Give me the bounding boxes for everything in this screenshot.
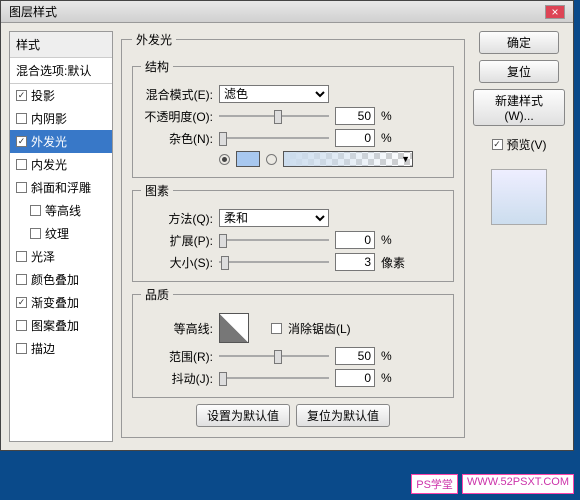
sidebar-item-3[interactable]: 内发光 xyxy=(10,153,112,176)
spread-unit: % xyxy=(381,233,392,247)
range-label: 范围(R): xyxy=(141,348,213,365)
quality-group: 品质 等高线: 消除锯齿(L) 范围(R): % xyxy=(132,286,454,398)
titlebar: 图层样式 × xyxy=(1,1,573,23)
reset-default-button[interactable]: 复位为默认值 xyxy=(296,404,390,427)
dialog-window: 图层样式 × 样式 混合选项:默认 投影内阴影外发光内发光斜面和浮雕等高线纹理光… xyxy=(0,0,574,451)
size-input[interactable] xyxy=(335,253,375,271)
jitter-unit: % xyxy=(381,371,392,385)
window-title: 图层样式 xyxy=(9,3,57,20)
sidebar-header: 样式 xyxy=(10,32,112,58)
sidebar-checkbox[interactable] xyxy=(16,274,27,285)
sidebar-item-9[interactable]: 渐变叠加 xyxy=(10,291,112,314)
noise-unit: % xyxy=(381,131,392,145)
method-label: 方法(Q): xyxy=(141,210,213,227)
sidebar-item-7[interactable]: 光泽 xyxy=(10,245,112,268)
sidebar-checkbox[interactable] xyxy=(16,159,27,170)
gradient-picker[interactable] xyxy=(283,151,413,167)
watermark: PS学堂 WWW.52PSXT.COM xyxy=(411,474,574,494)
blend-mode-label: 混合模式(E): xyxy=(141,86,213,103)
sidebar-item-label: 颜色叠加 xyxy=(31,271,79,288)
opacity-unit: % xyxy=(381,109,392,123)
jitter-label: 抖动(J): xyxy=(141,370,213,387)
jitter-input[interactable] xyxy=(335,369,375,387)
range-unit: % xyxy=(381,349,392,363)
spread-label: 扩展(P): xyxy=(141,232,213,249)
sidebar-item-label: 等高线 xyxy=(45,202,81,219)
contour-picker[interactable] xyxy=(219,313,249,343)
noise-label: 杂色(N): xyxy=(141,130,213,147)
sidebar-item-label: 外发光 xyxy=(31,133,67,150)
new-style-button[interactable]: 新建样式(W)... xyxy=(473,89,565,126)
quality-legend: 品质 xyxy=(141,286,173,303)
size-slider[interactable] xyxy=(219,254,329,270)
gradient-radio[interactable] xyxy=(266,154,277,165)
elements-group: 图素 方法(Q): 柔和 扩展(P): % 大小(S): xyxy=(132,182,454,282)
sidebar-sub[interactable]: 混合选项:默认 xyxy=(10,58,112,84)
sidebar-item-1[interactable]: 内阴影 xyxy=(10,107,112,130)
set-default-button[interactable]: 设置为默认值 xyxy=(196,404,290,427)
sidebar-checkbox[interactable] xyxy=(16,113,27,124)
color-radio[interactable] xyxy=(219,154,230,165)
ok-button[interactable]: 确定 xyxy=(479,31,559,54)
sidebar-checkbox[interactable] xyxy=(16,251,27,262)
sidebar-item-label: 斜面和浮雕 xyxy=(31,179,91,196)
range-input[interactable] xyxy=(335,347,375,365)
sidebar-checkbox[interactable] xyxy=(16,343,27,354)
sidebar-item-label: 图案叠加 xyxy=(31,317,79,334)
anti-alias-label: 消除锯齿(L) xyxy=(288,320,351,337)
noise-slider[interactable] xyxy=(219,130,329,146)
sidebar-item-label: 纹理 xyxy=(45,225,69,242)
sidebar-item-label: 内发光 xyxy=(31,156,67,173)
sidebar-checkbox[interactable] xyxy=(16,320,27,331)
sidebar-checkbox[interactable] xyxy=(30,205,41,216)
sidebar-item-4[interactable]: 斜面和浮雕 xyxy=(10,176,112,199)
sidebar-item-5[interactable]: 等高线 xyxy=(10,199,112,222)
sidebar-checkbox[interactable] xyxy=(16,136,27,147)
anti-alias-checkbox[interactable] xyxy=(271,323,282,334)
jitter-slider[interactable] xyxy=(219,370,329,386)
blend-mode-select[interactable]: 滤色 xyxy=(219,85,329,103)
outer-glow-panel: 外发光 结构 混合模式(E): 滤色 不透明度(O): % 杂色(N): xyxy=(121,31,465,438)
opacity-label: 不透明度(O): xyxy=(141,108,213,125)
range-slider[interactable] xyxy=(219,348,329,364)
sidebar-item-label: 光泽 xyxy=(31,248,55,265)
sidebar-item-label: 渐变叠加 xyxy=(31,294,79,311)
opacity-input[interactable] xyxy=(335,107,375,125)
color-swatch[interactable] xyxy=(236,151,260,167)
sidebar-checkbox[interactable] xyxy=(16,297,27,308)
styles-sidebar: 样式 混合选项:默认 投影内阴影外发光内发光斜面和浮雕等高线纹理光泽颜色叠加渐变… xyxy=(9,31,113,442)
size-label: 大小(S): xyxy=(141,254,213,271)
sidebar-item-8[interactable]: 颜色叠加 xyxy=(10,268,112,291)
sidebar-checkbox[interactable] xyxy=(30,228,41,239)
sidebar-checkbox[interactable] xyxy=(16,90,27,101)
structure-legend: 结构 xyxy=(141,58,173,75)
size-unit: 像素 xyxy=(381,254,405,271)
sidebar-item-label: 投影 xyxy=(31,87,55,104)
preview-label: 预览(V) xyxy=(507,136,547,153)
sidebar-item-label: 内阴影 xyxy=(31,110,67,127)
sidebar-item-6[interactable]: 纹理 xyxy=(10,222,112,245)
panel-title: 外发光 xyxy=(132,31,176,48)
method-select[interactable]: 柔和 xyxy=(219,209,329,227)
opacity-slider[interactable] xyxy=(219,108,329,124)
close-icon[interactable]: × xyxy=(545,5,565,19)
spread-slider[interactable] xyxy=(219,232,329,248)
sidebar-item-label: 描边 xyxy=(31,340,55,357)
preview-swatch xyxy=(491,169,547,225)
sidebar-item-11[interactable]: 描边 xyxy=(10,337,112,360)
spread-input[interactable] xyxy=(335,231,375,249)
sidebar-checkbox[interactable] xyxy=(16,182,27,193)
contour-label: 等高线: xyxy=(141,320,213,337)
sidebar-item-0[interactable]: 投影 xyxy=(10,84,112,107)
preview-checkbox[interactable] xyxy=(492,139,503,150)
sidebar-item-2[interactable]: 外发光 xyxy=(10,130,112,153)
structure-group: 结构 混合模式(E): 滤色 不透明度(O): % 杂色(N): xyxy=(132,58,454,178)
cancel-button[interactable]: 复位 xyxy=(479,60,559,83)
elements-legend: 图素 xyxy=(141,182,173,199)
sidebar-item-10[interactable]: 图案叠加 xyxy=(10,314,112,337)
noise-input[interactable] xyxy=(335,129,375,147)
